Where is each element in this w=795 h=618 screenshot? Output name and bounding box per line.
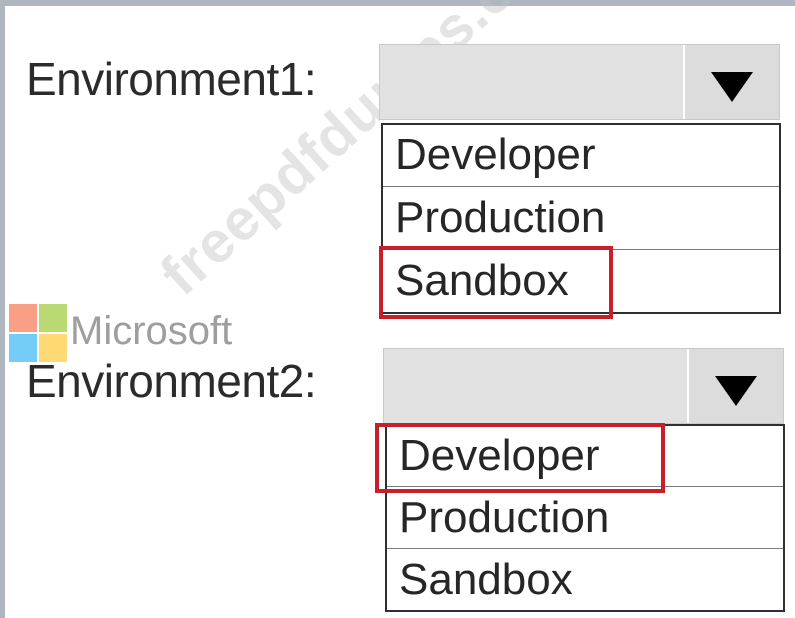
logo-square-red: [9, 304, 37, 332]
environment2-selected-answer-highlight: [375, 423, 665, 493]
triangle-down-icon: [715, 376, 757, 406]
microsoft-logo-text: Microsoft: [70, 309, 233, 353]
environment2-dropdown-button[interactable]: [687, 349, 783, 423]
environment2-dropdown[interactable]: [383, 348, 784, 424]
environment1-dropdown-button[interactable]: [683, 45, 779, 119]
logo-square-green: [39, 304, 67, 332]
environment1-label: Environment1:: [26, 53, 317, 105]
environment1-option-developer[interactable]: Developer: [383, 133, 779, 177]
triangle-down-icon: [711, 72, 753, 102]
environment2-option-production[interactable]: Production: [387, 496, 783, 540]
microsoft-logo: [9, 304, 67, 362]
environment2-option-sandbox[interactable]: Sandbox: [387, 558, 783, 602]
environment2-label: Environment2:: [26, 355, 317, 407]
environment1-option-production[interactable]: Production: [383, 196, 779, 240]
environment1-dropdown[interactable]: [379, 44, 780, 120]
option-divider: [387, 548, 783, 549]
option-divider: [383, 186, 779, 187]
environment1-selected-answer-highlight: [379, 246, 613, 319]
